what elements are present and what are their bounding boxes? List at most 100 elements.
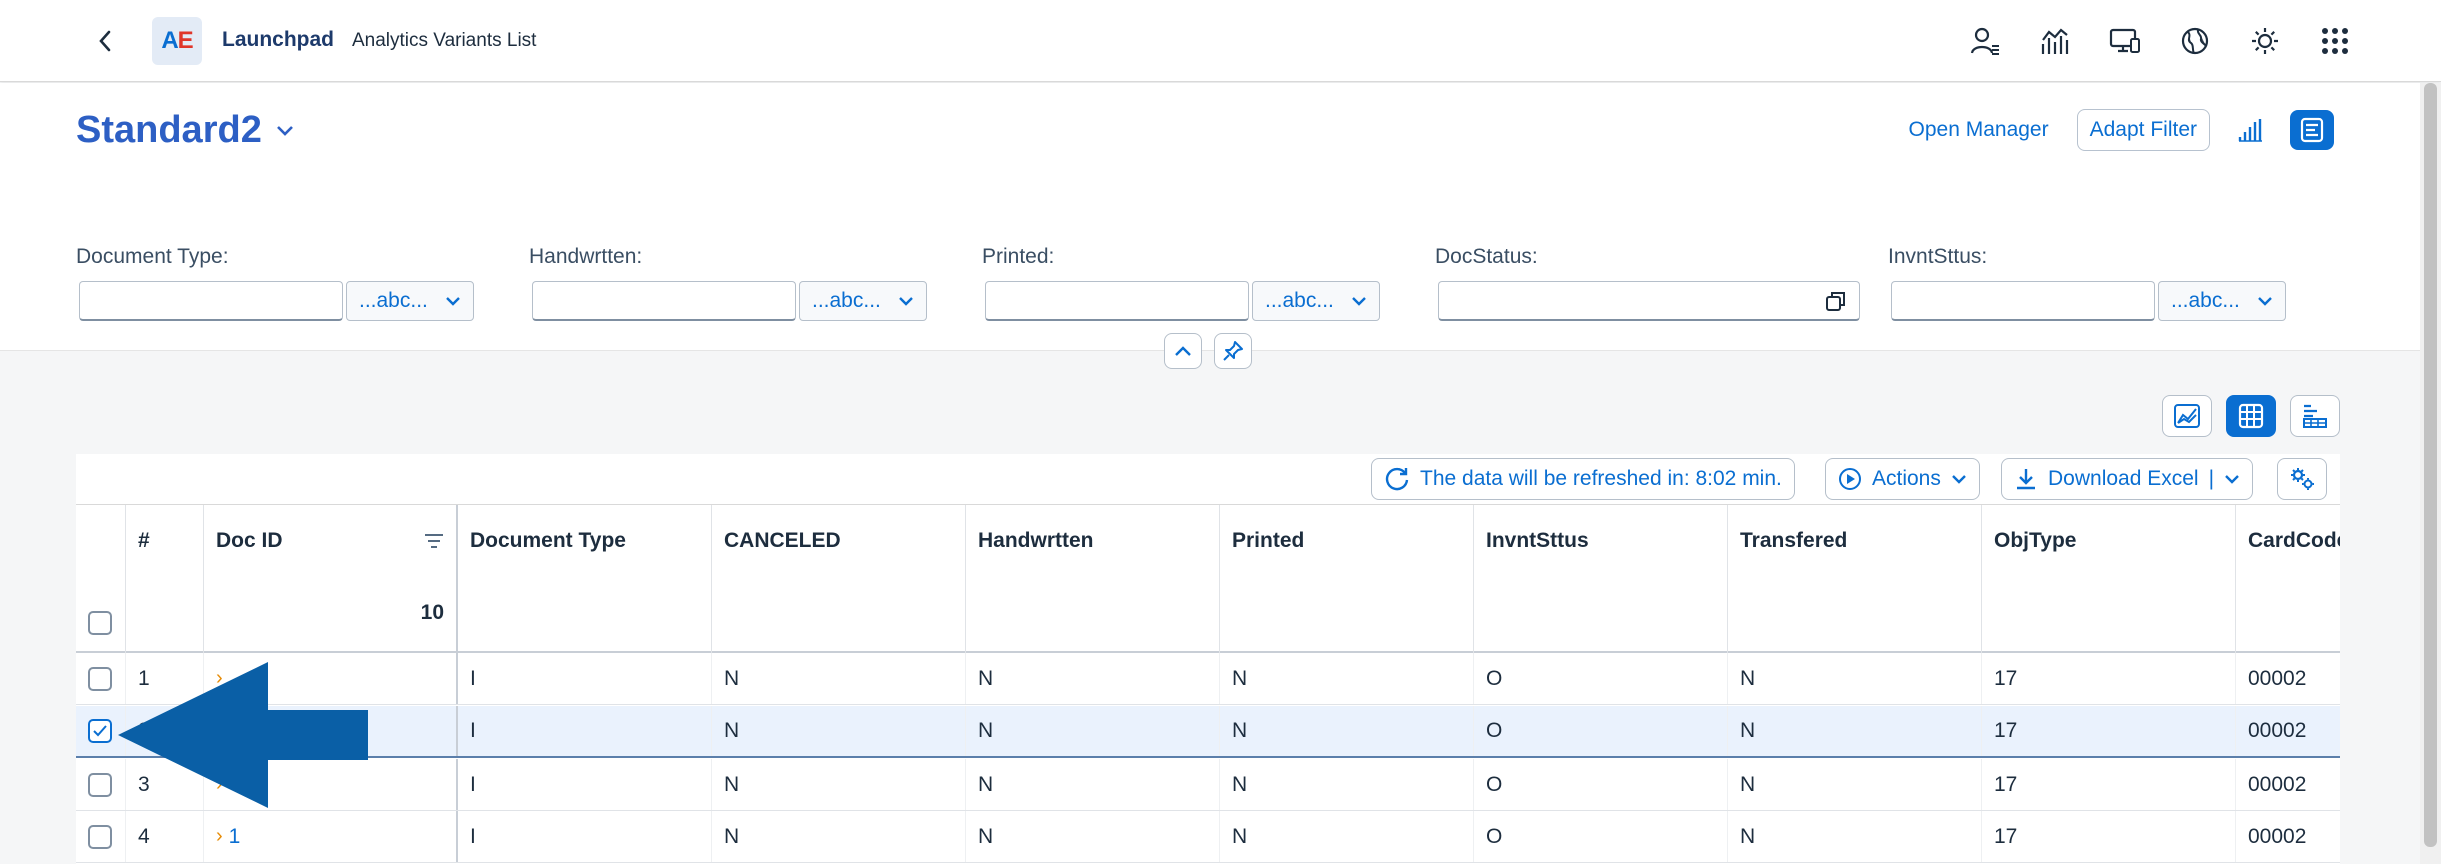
invntsttus-cell: O bbox=[1474, 811, 1728, 862]
column-header-handwritten[interactable]: Handwrtten bbox=[966, 505, 1220, 653]
value-help-icon[interactable] bbox=[1825, 290, 1847, 312]
row-checkbox[interactable] bbox=[88, 666, 112, 691]
filter-header: Standard2 Open Manager Adapt Filter Docu… bbox=[0, 83, 2420, 351]
doc-id-cell[interactable]: › 1 bbox=[204, 811, 458, 862]
column-header-invntsttus[interactable]: InvntSttus bbox=[1474, 505, 1728, 653]
row-checkbox[interactable] bbox=[88, 824, 112, 849]
column-header-objtype[interactable]: ObjType bbox=[1982, 505, 2236, 653]
settings-icon bbox=[2291, 468, 2314, 490]
filter-label: Handwrtten: bbox=[529, 245, 643, 268]
app-grid-icon[interactable] bbox=[2317, 20, 2353, 62]
view-switcher bbox=[2162, 395, 2340, 437]
logo-letter-e: E bbox=[177, 27, 194, 54]
filter-label: InvntSttus: bbox=[1888, 245, 1988, 268]
device-icon[interactable] bbox=[2107, 20, 2143, 62]
refresh-button[interactable]: The data will be refreshed in: 8:02 min. bbox=[1371, 458, 1795, 500]
handwritten-operator-button[interactable]: ...abc... bbox=[799, 281, 927, 321]
table-header: # Doc ID 10 Document Type CANCELED Handw… bbox=[76, 505, 2340, 653]
table-row[interactable]: 4 › 1 I N N N O N 17 00002 bbox=[76, 811, 2340, 863]
table-settings-button[interactable] bbox=[2277, 458, 2327, 500]
objtype-cell: 17 bbox=[1982, 811, 2236, 862]
variant-selector[interactable]: Standard2 bbox=[76, 109, 294, 152]
page-scrollbar[interactable] bbox=[2420, 83, 2441, 864]
pin-icon bbox=[1223, 341, 1243, 361]
actions-menu-button[interactable]: Actions bbox=[1825, 458, 1980, 500]
globe-icon[interactable] bbox=[2177, 20, 2213, 62]
pin-header-button[interactable] bbox=[1214, 333, 1252, 369]
column-header-number[interactable]: # bbox=[126, 505, 204, 653]
operator-label: ...abc... bbox=[812, 289, 881, 312]
row-checkbox[interactable] bbox=[88, 719, 112, 743]
download-icon bbox=[2017, 469, 2035, 490]
chevron-up-icon bbox=[1175, 346, 1191, 356]
download-excel-button[interactable]: Download Excel | bbox=[2001, 458, 2254, 500]
printed-operator-button[interactable]: ...abc... bbox=[1252, 281, 1380, 321]
column-header-document-type[interactable]: Document Type bbox=[458, 505, 712, 653]
invntsttus-cell: O bbox=[1474, 653, 1728, 704]
back-button[interactable] bbox=[88, 24, 122, 58]
invntsttus-input[interactable] bbox=[1891, 281, 2155, 321]
shell-bar: AE Launchpad Analytics Variants List bbox=[0, 0, 2441, 82]
chevron-down-icon bbox=[1952, 475, 1966, 484]
column-header-printed[interactable]: Printed bbox=[1220, 505, 1474, 653]
expand-arrow-icon[interactable]: › bbox=[216, 773, 223, 796]
objtype-cell: 17 bbox=[1982, 653, 2236, 704]
column-header-cardcode[interactable]: CardCode bbox=[2236, 505, 2340, 653]
column-header-doc-id[interactable]: Doc ID 10 bbox=[204, 505, 458, 653]
table-row[interactable]: 3 › I N N N O N 17 00002 bbox=[76, 759, 2340, 811]
doc-id-cell[interactable]: › bbox=[204, 653, 458, 704]
expand-arrow-icon[interactable]: › bbox=[216, 825, 223, 848]
document-type-input[interactable] bbox=[79, 281, 343, 321]
printed-input[interactable] bbox=[985, 281, 1249, 321]
handwritten-input[interactable] bbox=[532, 281, 796, 321]
filter-label: Printed: bbox=[982, 245, 1055, 268]
doc-id-cell[interactable]: › bbox=[204, 759, 458, 810]
chart-view-button[interactable] bbox=[2162, 395, 2212, 437]
document-type-cell: I bbox=[458, 759, 712, 810]
chart-toggle-button[interactable] bbox=[2228, 110, 2272, 150]
doc-id-cell[interactable]: › bbox=[204, 706, 458, 756]
invntsttus-cell: O bbox=[1474, 706, 1728, 756]
document-type-operator-button[interactable]: ...abc... bbox=[346, 281, 474, 321]
company-logo[interactable]: AE bbox=[152, 17, 202, 65]
row-checkbox[interactable] bbox=[88, 772, 112, 797]
scrollbar-thumb[interactable] bbox=[2424, 83, 2437, 847]
filter-invntsttus: InvntSttus: ...abc... bbox=[1888, 245, 2286, 321]
operator-label: ...abc... bbox=[2171, 289, 2240, 312]
sort-icon[interactable] bbox=[424, 533, 444, 549]
objtype-cell: 17 bbox=[1982, 759, 2236, 810]
chart-table-view-button[interactable] bbox=[2290, 395, 2340, 437]
open-manager-button[interactable]: Open Manager bbox=[1899, 110, 2059, 150]
expand-arrow-icon[interactable]: › bbox=[216, 667, 223, 690]
collapse-header-button[interactable] bbox=[1164, 333, 1202, 369]
doc-id-count: 10 bbox=[420, 601, 444, 624]
doc-id-link[interactable]: 1 bbox=[229, 825, 241, 849]
invntsttus-operator-button[interactable]: ...abc... bbox=[2158, 281, 2286, 321]
filter-bar-toggle-button[interactable] bbox=[2290, 110, 2334, 150]
cardcode-cell: 00002 bbox=[2236, 759, 2340, 810]
adapt-filter-button[interactable]: Adapt Filter bbox=[2076, 109, 2210, 151]
column-header-canceled[interactable]: CANCELED bbox=[712, 505, 966, 653]
transfered-cell: N bbox=[1728, 653, 1982, 704]
theme-icon[interactable] bbox=[2247, 20, 2283, 62]
expand-arrow-icon[interactable]: › bbox=[216, 720, 223, 743]
operator-label: ...abc... bbox=[359, 289, 428, 312]
filter-document-type: Document Type: ...abc... bbox=[76, 245, 474, 321]
chevron-down-icon[interactable] bbox=[2224, 474, 2240, 484]
table-row[interactable]: 1 › I N N N O N 17 00002 bbox=[76, 653, 2340, 705]
docstatus-input[interactable] bbox=[1438, 281, 1860, 321]
filter-label: Document Type: bbox=[76, 245, 229, 268]
table-view-button[interactable] bbox=[2226, 395, 2276, 437]
logo-letter-a: A bbox=[161, 27, 178, 54]
printed-cell: N bbox=[1220, 653, 1474, 704]
analytics-icon[interactable] bbox=[2037, 20, 2073, 62]
column-header-transfered[interactable]: Transfered bbox=[1728, 505, 1982, 653]
select-all-checkbox[interactable] bbox=[88, 611, 112, 635]
table-row[interactable]: 2 › I N N N O N 17 00002 bbox=[76, 706, 2340, 758]
shell-title[interactable]: Launchpad bbox=[222, 28, 334, 52]
row-number: 3 bbox=[126, 759, 204, 810]
shell-actions bbox=[1967, 20, 2353, 62]
download-label: Download Excel bbox=[2048, 467, 2199, 490]
user-menu-icon[interactable] bbox=[1967, 20, 2003, 62]
refresh-text: The data will be refreshed in: 8:02 min. bbox=[1420, 467, 1782, 490]
